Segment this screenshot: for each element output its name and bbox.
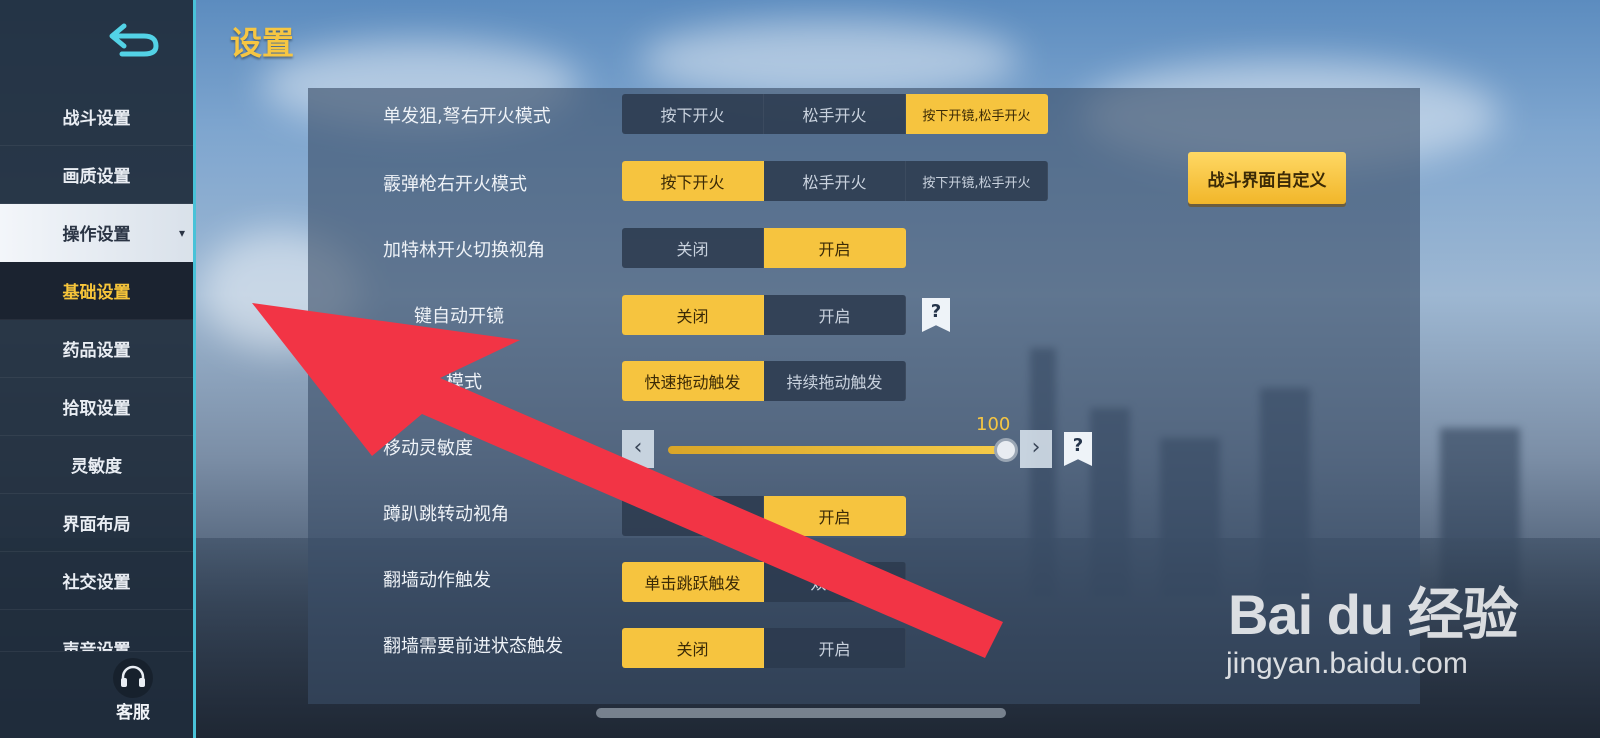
option-double-tap-jump[interactable]: 双击跳 — [764, 562, 906, 602]
sidebar-item-sensitivity[interactable]: 灵敏度 — [0, 436, 193, 494]
setting-label: 霰弹枪右开火模式 — [383, 174, 527, 195]
auto-scope-toggle: 关闭 开启 — [622, 295, 906, 335]
setting-label: 移动灵敏度 — [383, 438, 473, 459]
option-single-tap-jump[interactable]: 单击跳跃触发 — [622, 562, 764, 602]
shotgun-fire-mode-toggle: 按下开火 松手开火 按下开镜,松手开火 — [622, 161, 1048, 201]
option-on[interactable]: 开启 — [764, 496, 906, 536]
watermark-url: jingyan.baidu.com — [1226, 647, 1468, 680]
option-on[interactable]: 开启 — [764, 228, 906, 268]
sidebar-item-sound[interactable]: 声音设置 — [0, 626, 193, 652]
option-release-fire[interactable]: 松手开火 — [764, 161, 906, 201]
sniper-fire-mode-toggle: 按下开火 松手开火 按下开镜,松手开火 — [622, 94, 1048, 134]
headset-icon — [113, 658, 153, 698]
sidebar-item-label: 操作设置 — [62, 225, 131, 245]
sidebar-item-label: 灵敏度 — [71, 457, 122, 477]
option-quick-drag[interactable]: 快速拖动触发 — [622, 361, 764, 401]
option-press-scope-release-fire[interactable]: 按下开镜,松手开火 — [906, 161, 1048, 201]
option-off[interactable]: 关闭 — [622, 628, 764, 668]
option-release-fire[interactable]: 松手开火 — [764, 94, 906, 134]
caret-down-icon: ▾ — [178, 226, 185, 240]
sidebar-item-combat[interactable]: 战斗设置 — [0, 88, 193, 146]
setting-label: 键自动开镜 — [414, 306, 504, 327]
sidebar-item-layout[interactable]: 界面布局 — [0, 494, 193, 552]
sidebar-item-medicine[interactable]: 药品设置 — [0, 320, 193, 378]
option-off[interactable]: 关闭 — [622, 228, 764, 268]
option-on[interactable]: 开启 — [764, 628, 906, 668]
chevron-left-icon[interactable]: ‹ — [622, 430, 654, 468]
sidebar-item-label: 拾取设置 — [62, 399, 131, 419]
page-title: 设置 — [230, 24, 295, 62]
sidebar-item-label: 社交设置 — [62, 573, 131, 593]
sidebar-item-label: 药品设置 — [62, 341, 131, 361]
horizontal-scrollbar[interactable] — [596, 708, 1006, 718]
sidebar-item-controls[interactable]: 操作设置 ▾ — [0, 204, 193, 262]
back-arrow-icon — [109, 23, 159, 57]
gatling-view-toggle: 关闭 开启 — [622, 228, 906, 268]
sidebar-item-label: 界面布局 — [62, 515, 131, 535]
setting-label: 模式 — [446, 372, 482, 393]
sidebar-item-label: 画质设置 — [62, 167, 131, 187]
chevron-right-icon[interactable]: › — [1020, 430, 1052, 468]
sidebar-item-label: 战斗设置 — [62, 109, 131, 129]
sidebar: 战斗设置 画质设置 操作设置 ▾ 基础设置 药品设置 拾取设置 灵敏度 界面布局… — [0, 0, 196, 738]
vault-trigger-toggle: 单击跳跃触发 双击跳 — [622, 562, 906, 602]
drag-trigger-toggle: 快速拖动触发 持续拖动触发 — [622, 361, 906, 401]
option-on[interactable]: 开启 — [764, 295, 906, 335]
setting-label: 蹲趴跳转动视角 — [383, 504, 509, 525]
setting-label: 翻墙动作触发 — [383, 570, 491, 591]
sidebar-item-basic[interactable]: 基础设置 — [0, 262, 193, 320]
slider-track[interactable] — [668, 446, 1012, 454]
back-button[interactable] — [108, 20, 160, 60]
customer-service-label: 客服 — [116, 703, 150, 723]
option-off[interactable]: 关 — [622, 496, 764, 536]
option-press-fire[interactable]: 按下开火 — [622, 94, 764, 134]
sidebar-item-label: 基础设置 — [62, 283, 131, 303]
movement-sensitivity-slider: ‹ › — [622, 430, 1052, 470]
sidebar-item-graphics[interactable]: 画质设置 — [0, 146, 193, 204]
setting-label: 加特林开火切换视角 — [383, 240, 545, 261]
option-continuous-drag[interactable]: 持续拖动触发 — [764, 361, 906, 401]
sidebar-item-pickup[interactable]: 拾取设置 — [0, 378, 193, 436]
sidebar-item-label: 声音设置 — [62, 641, 131, 652]
sidebar-item-social[interactable]: 社交设置 — [0, 552, 193, 610]
customer-service-button[interactable]: 客服 — [108, 658, 158, 723]
customize-combat-ui-button[interactable]: 战斗界面自定义 — [1188, 152, 1346, 204]
watermark-logo: Bai du 经验 — [1228, 583, 1519, 646]
crouch-jump-view-toggle: 关 开启 — [622, 496, 906, 536]
setting-label: 单发狙,弩右开火模式 — [383, 106, 551, 127]
slider-thumb[interactable] — [994, 438, 1018, 462]
option-press-scope-release-fire[interactable]: 按下开镜,松手开火 — [906, 94, 1048, 134]
vault-forward-toggle: 关闭 开启 — [622, 628, 906, 668]
baidu-watermark: Bai du 经验 jingyan.baidu.com — [1226, 570, 1519, 681]
setting-label: 翻墙需要前进状态触发 — [383, 636, 563, 657]
option-press-fire[interactable]: 按下开火 — [622, 161, 764, 201]
option-off[interactable]: 关闭 — [622, 295, 764, 335]
